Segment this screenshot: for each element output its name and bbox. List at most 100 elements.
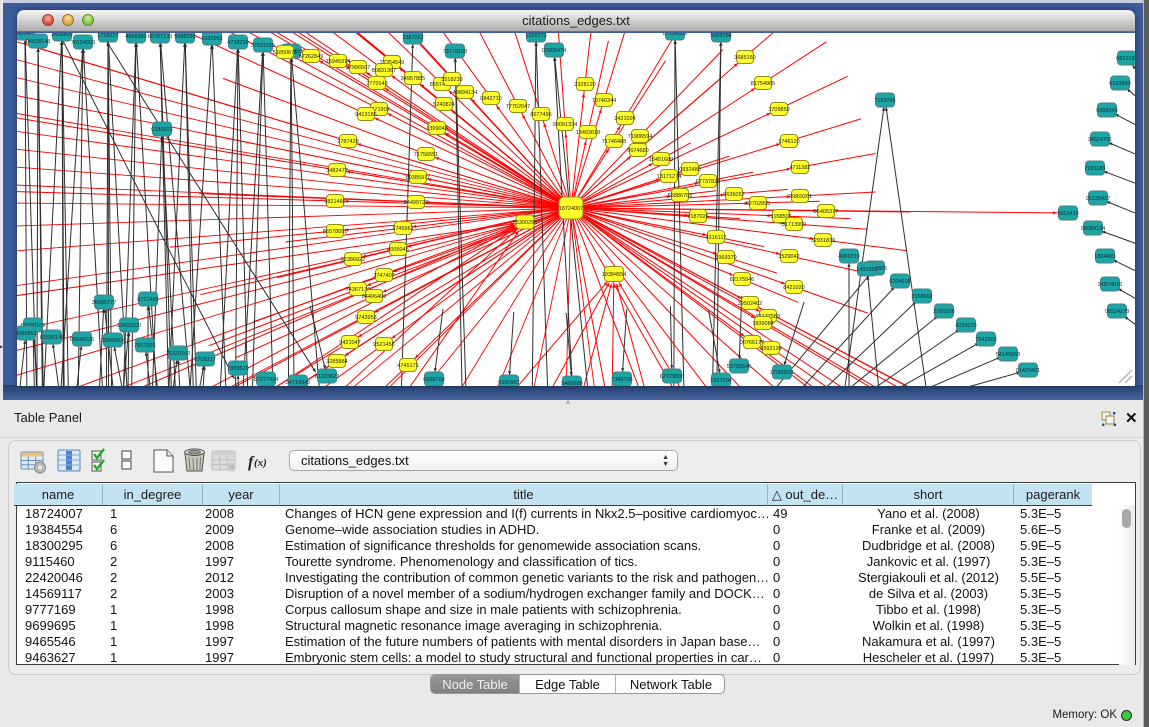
svg-text:34624751: 34624751 xyxy=(1088,137,1112,143)
svg-text:65787133: 65787133 xyxy=(148,34,172,40)
svg-text:7889579: 7889579 xyxy=(227,366,248,372)
svg-text:71746488: 71746488 xyxy=(602,139,626,145)
svg-text:4896383: 4896383 xyxy=(125,34,146,40)
svg-text:0932480: 0932480 xyxy=(679,167,700,173)
svg-text:4966319: 4966319 xyxy=(838,254,859,260)
svg-text:3709859: 3709859 xyxy=(768,107,789,113)
svg-text:1746120: 1746120 xyxy=(778,139,799,145)
svg-text:3518233: 3518233 xyxy=(441,77,462,83)
svg-text:37631165: 37631165 xyxy=(251,43,275,49)
svg-text:7917693: 7917693 xyxy=(134,343,155,349)
svg-text:79740344: 79740344 xyxy=(592,98,616,104)
svg-text:3158692: 3158692 xyxy=(911,294,932,300)
svg-text:29946804: 29946804 xyxy=(101,338,125,344)
svg-text:62702895: 62702895 xyxy=(746,201,770,207)
svg-text:5674680: 5674680 xyxy=(627,148,648,154)
svg-text:7770143: 7770143 xyxy=(366,81,387,87)
svg-text:62729806: 62729806 xyxy=(660,374,684,380)
svg-text:67737826: 67737826 xyxy=(696,179,720,185)
svg-text:(x): (x) xyxy=(254,457,267,469)
svg-text:98084124: 98084124 xyxy=(1081,226,1105,232)
svg-text:6658760: 6658760 xyxy=(423,377,444,383)
svg-text:9413186: 9413186 xyxy=(355,112,376,118)
svg-text:55886753: 55886753 xyxy=(668,193,692,199)
svg-text:01429401: 01429401 xyxy=(1016,368,1040,374)
svg-text:5098393: 5098393 xyxy=(174,34,195,40)
svg-text:3529042: 3529042 xyxy=(778,254,799,260)
svg-text:2421024: 2421024 xyxy=(614,116,635,122)
svg-text:6998543: 6998543 xyxy=(1096,108,1117,114)
svg-text:4745171: 4745171 xyxy=(397,363,418,369)
svg-text:32931839: 32931839 xyxy=(811,238,835,244)
svg-text:8421020: 8421020 xyxy=(783,285,804,291)
svg-text:80831367: 80831367 xyxy=(372,68,396,74)
svg-text:7991183: 7991183 xyxy=(1084,166,1105,172)
svg-text:5466889: 5466889 xyxy=(561,381,582,386)
svg-text:65648236: 65648236 xyxy=(70,337,94,343)
svg-text:62386922: 62386922 xyxy=(341,257,365,263)
svg-text:8677496: 8677496 xyxy=(530,112,551,118)
svg-text:1718227: 1718227 xyxy=(97,33,118,39)
svg-text:04499727: 04499727 xyxy=(404,200,428,206)
svg-text:7839084: 7839084 xyxy=(752,321,773,327)
svg-text:86578091: 86578091 xyxy=(323,229,347,235)
svg-text:1031051: 1031051 xyxy=(201,36,222,42)
svg-text:36995777: 36995777 xyxy=(92,300,116,306)
svg-text:9421047: 9421047 xyxy=(339,340,360,346)
svg-text:6690967: 6690967 xyxy=(498,380,519,386)
svg-text:82175946: 82175946 xyxy=(730,277,754,283)
svg-text:5240824: 5240824 xyxy=(433,102,454,108)
svg-text:61595148: 61595148 xyxy=(40,335,64,341)
svg-text:4005045: 4005045 xyxy=(387,247,408,253)
svg-text:02606474: 02606474 xyxy=(542,48,566,54)
svg-text:4216073: 4216073 xyxy=(955,323,976,329)
svg-text:7346706: 7346706 xyxy=(611,377,632,383)
svg-text:54145868: 54145868 xyxy=(996,352,1020,358)
svg-text:37996507: 37996507 xyxy=(346,65,370,71)
svg-text:57262849: 57262849 xyxy=(299,54,323,60)
svg-text:53755646: 53755646 xyxy=(727,364,751,370)
svg-text:9521456: 9521456 xyxy=(373,342,394,348)
svg-text:9743953: 9743953 xyxy=(355,315,376,321)
svg-text:70154303: 70154303 xyxy=(71,40,95,46)
svg-text:9636057: 9636057 xyxy=(723,192,744,198)
svg-text:5009788: 5009788 xyxy=(710,33,731,39)
svg-text:77752047: 77752047 xyxy=(506,104,530,110)
svg-text:15451680: 15451680 xyxy=(649,157,673,163)
svg-text:87277434: 87277434 xyxy=(254,377,278,383)
svg-text:76320163: 76320163 xyxy=(166,351,190,357)
svg-text:2528809: 2528809 xyxy=(51,33,72,38)
svg-text:1627204: 1627204 xyxy=(710,378,731,384)
svg-text:3747407: 3747407 xyxy=(373,273,394,279)
svg-text:04828148: 04828148 xyxy=(26,39,50,45)
svg-text:17080531: 17080531 xyxy=(770,370,794,376)
svg-text:96405377: 96405377 xyxy=(814,209,838,215)
svg-text:0812191: 0812191 xyxy=(1116,56,1135,62)
svg-text:7543303: 7543303 xyxy=(975,337,996,343)
svg-text:00524278: 00524278 xyxy=(1105,309,1129,315)
svg-text:31713900: 31713900 xyxy=(782,222,806,228)
svg-text:0330923: 0330923 xyxy=(151,127,172,133)
svg-text:25300295: 25300295 xyxy=(513,220,537,226)
svg-text:4316117: 4316117 xyxy=(705,235,726,241)
svg-text:81223623: 81223623 xyxy=(315,374,339,380)
svg-text:4711382: 4711382 xyxy=(789,165,810,171)
svg-text:19384554: 19384554 xyxy=(602,272,626,278)
svg-text:1824493: 1824493 xyxy=(1094,254,1115,260)
svg-text:2260256: 2260256 xyxy=(933,309,954,315)
svg-text:13433200: 13433200 xyxy=(117,323,141,329)
svg-text:51850671: 51850671 xyxy=(273,50,297,56)
svg-text:8708317: 8708317 xyxy=(194,357,215,363)
svg-text:7193745: 7193745 xyxy=(874,98,895,104)
svg-text:34874016: 34874016 xyxy=(1098,282,1122,288)
svg-text:99091334: 99091334 xyxy=(553,122,577,128)
svg-text:8721489: 8721489 xyxy=(137,297,158,303)
svg-text:34714345: 34714345 xyxy=(286,380,310,386)
svg-text:39502402: 39502402 xyxy=(738,301,762,307)
svg-text:1399049: 1399049 xyxy=(426,126,447,132)
svg-text:6193990: 6193990 xyxy=(1109,81,1130,87)
svg-text:71906594: 71906594 xyxy=(628,134,652,140)
svg-text:2787429: 2787429 xyxy=(337,139,358,145)
svg-text:18724007: 18724007 xyxy=(559,206,583,212)
svg-text:1745961: 1745961 xyxy=(392,226,413,232)
